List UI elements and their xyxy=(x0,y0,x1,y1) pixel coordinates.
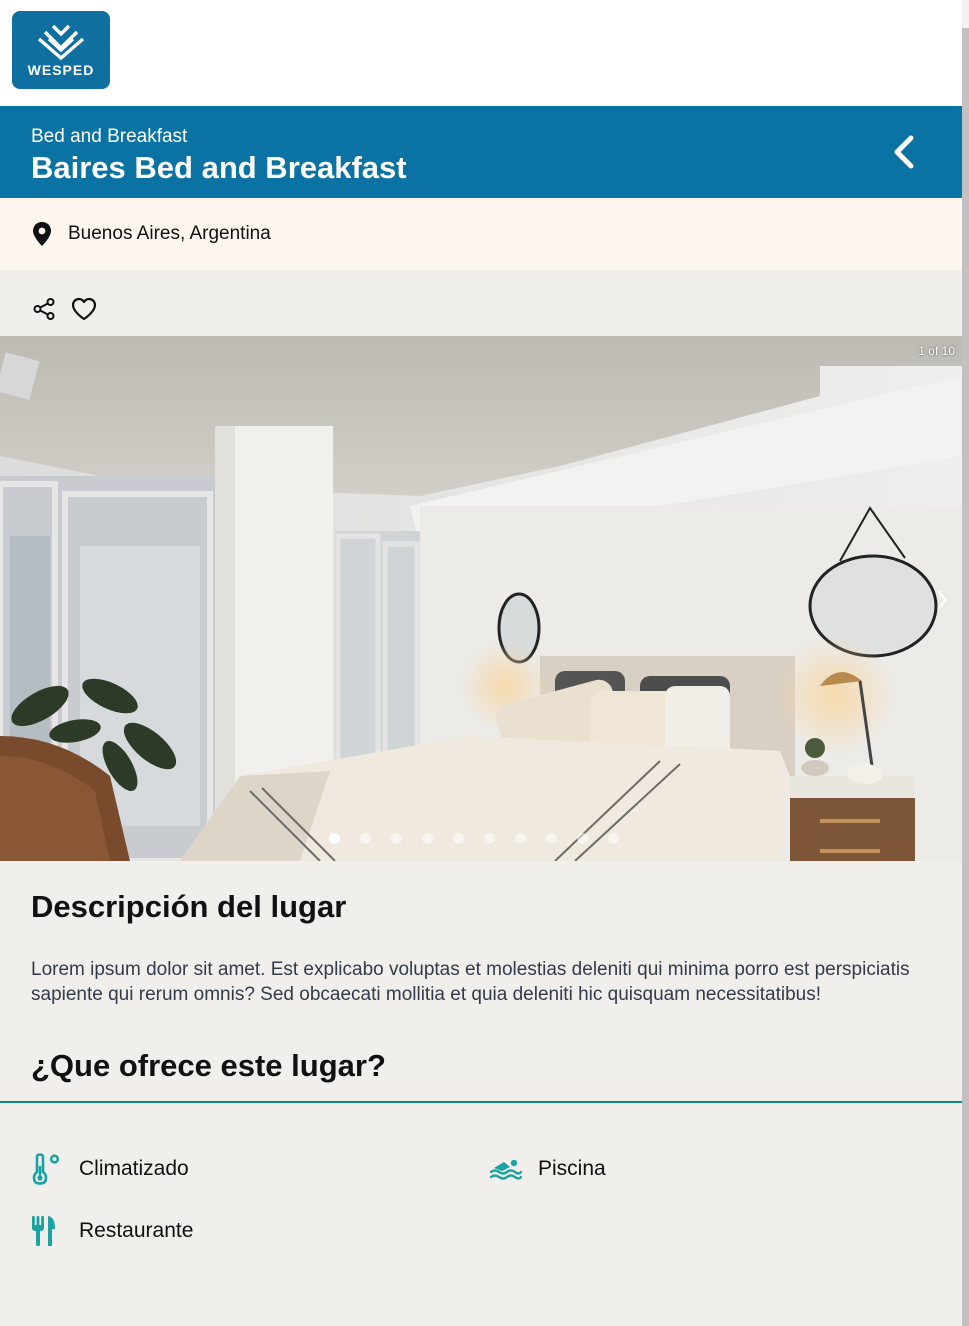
bedroom-photo xyxy=(0,336,962,861)
gallery-dot[interactable] xyxy=(453,833,464,844)
section-divider xyxy=(0,1101,962,1103)
thermometer-icon xyxy=(31,1153,63,1185)
location-bar: Buenos Aires, Argentina xyxy=(0,198,962,270)
amenities-list: Climatizado Piscina Restaurante xyxy=(0,1153,962,1247)
photo-gallery[interactable]: 1 of 10 xyxy=(0,336,962,861)
action-bar xyxy=(0,270,962,336)
back-button[interactable] xyxy=(886,134,922,170)
gallery-dot[interactable] xyxy=(360,833,371,844)
scrollbar-thumb[interactable] xyxy=(962,28,969,1326)
description-title: Descripción del lugar xyxy=(31,889,347,924)
location-pin-icon xyxy=(33,222,51,246)
gallery-pagination xyxy=(0,833,962,844)
heart-icon xyxy=(71,297,97,321)
logo-text: WESPED xyxy=(27,62,95,78)
amenity-item: Restaurante xyxy=(31,1215,490,1247)
description-section: Descripción del lugar Lorem ipsum dolor … xyxy=(0,889,962,1101)
listing-header: Bed and Breakfast Baires Bed and Breakfa… xyxy=(0,106,962,198)
utensils-icon xyxy=(31,1215,63,1247)
gallery-dot[interactable] xyxy=(577,833,588,844)
gallery-dot[interactable] xyxy=(515,833,526,844)
gallery-next-button[interactable] xyxy=(936,589,948,616)
gallery-dot[interactable] xyxy=(391,833,402,844)
share-icon xyxy=(33,298,55,320)
description-text: Lorem ipsum dolor sit amet. Est explicab… xyxy=(31,959,910,1005)
gallery-dot[interactable] xyxy=(422,833,433,844)
favorite-button[interactable] xyxy=(71,296,97,322)
gallery-dot[interactable] xyxy=(608,833,619,844)
gallery-dot[interactable] xyxy=(329,833,340,844)
chevron-right-icon xyxy=(937,590,948,610)
offers-title: ¿Que ofrece este lugar? xyxy=(31,1048,386,1083)
chevron-left-icon xyxy=(894,135,914,169)
gallery-dot[interactable] xyxy=(546,833,557,844)
logo-mark-icon xyxy=(37,24,85,60)
amenity-item: Piscina xyxy=(490,1153,910,1185)
page: WESPED Bed and Breakfast Baires Bed and … xyxy=(0,0,962,1326)
wesped-logo[interactable]: WESPED xyxy=(12,11,110,89)
amenity-item: Climatizado xyxy=(31,1153,490,1185)
listing-title: Baires Bed and Breakfast xyxy=(31,150,407,185)
swimming-icon xyxy=(490,1153,522,1185)
share-button[interactable] xyxy=(31,296,57,322)
gallery-dot[interactable] xyxy=(484,833,495,844)
listing-category: Bed and Breakfast xyxy=(31,126,188,147)
gallery-counter: 1 of 10 xyxy=(918,344,955,358)
amenity-label: Climatizado xyxy=(79,1157,189,1180)
location-text: Buenos Aires, Argentina xyxy=(68,223,271,244)
amenity-label: Restaurante xyxy=(79,1219,194,1242)
amenity-label: Piscina xyxy=(538,1157,606,1180)
top-bar: WESPED xyxy=(0,0,962,106)
